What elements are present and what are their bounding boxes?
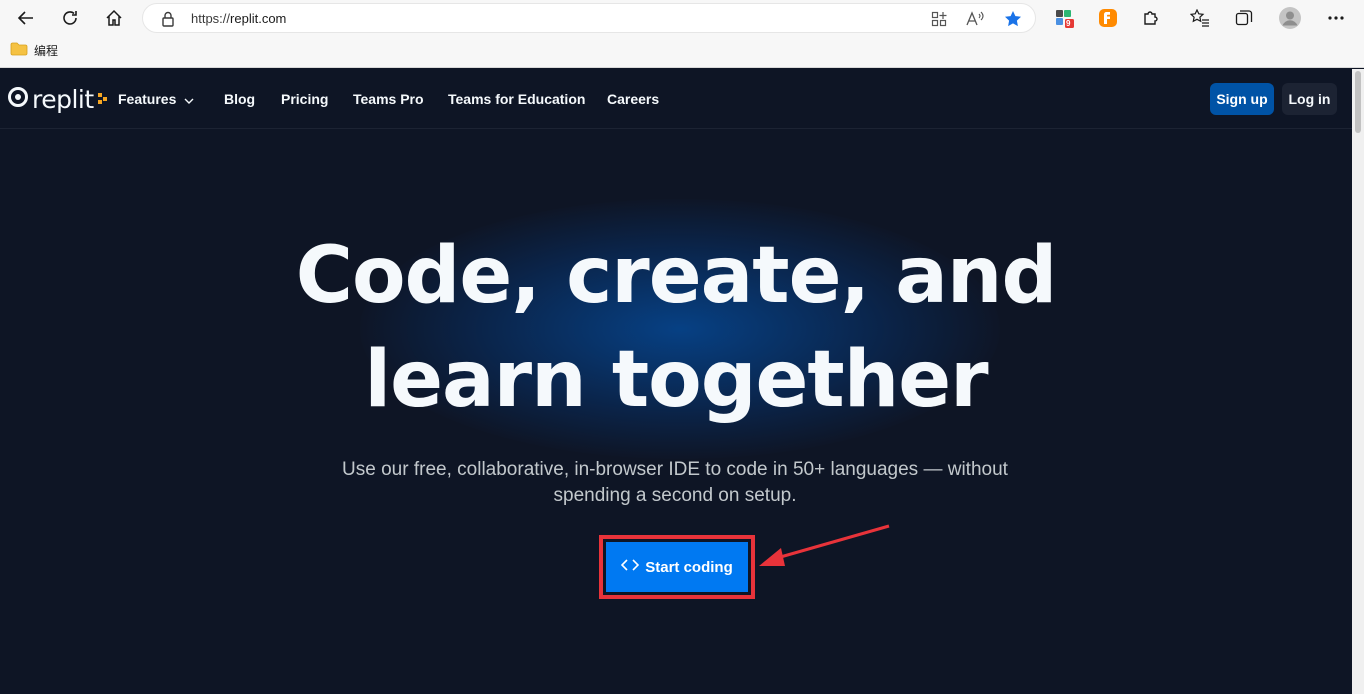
hero-subtitle-line2: spending a second on setup. xyxy=(553,485,797,506)
nav-features[interactable]: Features xyxy=(118,91,194,107)
annotation-arrow-icon xyxy=(759,524,890,566)
start-coding-label: Start coding xyxy=(645,558,733,576)
log-in-button[interactable]: Log in xyxy=(1282,83,1337,115)
code-brackets-icon xyxy=(621,558,640,576)
extension-orange-icon[interactable] xyxy=(1094,4,1122,32)
site-nav: replit Features Blog Pricing Teams Pro T… xyxy=(0,69,1352,129)
logo-dots-icon xyxy=(97,90,108,109)
lock-icon xyxy=(161,11,175,32)
hero-title-line2: learn together xyxy=(364,335,988,425)
profile-avatar-icon[interactable] xyxy=(1276,4,1304,32)
extension-collections-icon[interactable]: 9 xyxy=(1050,4,1078,32)
folder-icon xyxy=(10,42,28,59)
hero-title: Code, create, and learn together xyxy=(176,224,1176,432)
nav-teams-education[interactable]: Teams for Education xyxy=(448,91,585,107)
address-bar[interactable]: https://replit.com xyxy=(142,3,1036,33)
hero-title-line1: Code, create, and xyxy=(295,231,1058,321)
nav-features-label: Features xyxy=(118,91,177,107)
url-host: replit.com xyxy=(230,11,287,26)
replit-page: replit Features Blog Pricing Teams Pro T… xyxy=(0,69,1352,694)
read-aloud-icon[interactable] xyxy=(965,9,985,29)
browser-toolbar: https://replit.com 9 xyxy=(0,0,1364,36)
replit-logo[interactable]: replit xyxy=(8,85,108,114)
bookmark-folder-label: 编程 xyxy=(34,44,59,58)
chevron-down-icon xyxy=(184,91,194,107)
scrollbar-thumb[interactable] xyxy=(1355,71,1361,133)
url-scheme: https:// xyxy=(191,11,231,26)
page-scrollbar[interactable] xyxy=(1352,69,1364,694)
bookmark-folder[interactable]: 编程 xyxy=(10,42,58,59)
bookmarks-bar: 编程 xyxy=(0,36,1364,68)
favorite-star-icon[interactable] xyxy=(1003,9,1023,29)
favorites-list-icon[interactable] xyxy=(1186,4,1214,32)
hero-subtitle: Use our free, collaborative, in-browser … xyxy=(300,457,1050,509)
logo-text: replit xyxy=(32,85,94,114)
sign-up-button[interactable]: Sign up xyxy=(1210,83,1274,115)
collections-icon[interactable] xyxy=(1230,4,1258,32)
hero-subtitle-line1: Use our free, collaborative, in-browser … xyxy=(342,459,1008,480)
address-url: https://replit.com xyxy=(191,11,286,26)
nav-careers[interactable]: Careers xyxy=(607,91,659,107)
home-icon[interactable] xyxy=(100,4,128,32)
nav-teams-pro[interactable]: Teams Pro xyxy=(353,91,424,107)
start-coding-button[interactable]: Start coding xyxy=(606,542,748,592)
nav-pricing[interactable]: Pricing xyxy=(281,91,328,107)
replit-logo-icon xyxy=(8,87,28,112)
extension-badge: 9 xyxy=(1066,19,1071,28)
refresh-icon[interactable] xyxy=(56,4,84,32)
more-menu-icon[interactable] xyxy=(1322,4,1350,32)
app-available-icon[interactable] xyxy=(929,9,949,29)
back-icon[interactable] xyxy=(12,4,40,32)
extensions-puzzle-icon[interactable] xyxy=(1137,4,1165,32)
nav-blog[interactable]: Blog xyxy=(224,91,255,107)
